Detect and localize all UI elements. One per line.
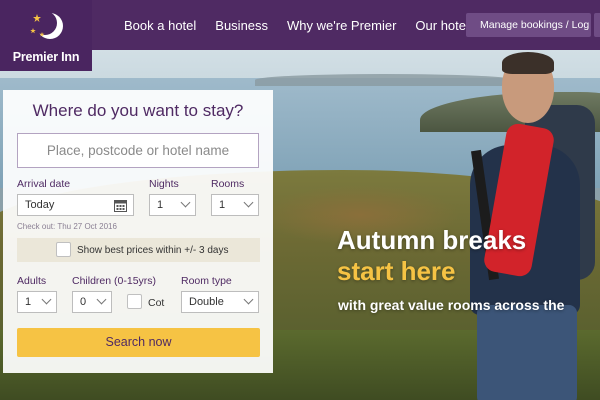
nights-select[interactable]: 1	[149, 194, 196, 216]
manage-bookings-login-button[interactable]: Manage bookings / Log in	[466, 13, 591, 37]
premier-inn-logo[interactable]: Premier Inn	[0, 0, 92, 71]
cot-checkbox[interactable]	[127, 294, 142, 309]
calendar-icon[interactable]	[114, 199, 127, 212]
chevron-down-icon	[243, 197, 254, 208]
chevron-down-icon	[96, 294, 107, 305]
room-type-label: Room type	[181, 275, 232, 287]
hotel-search-panel: Where do you want to stay? Place, postco…	[3, 90, 273, 373]
children-label: Children (0-15yrs)	[72, 275, 157, 287]
chevron-down-icon	[41, 294, 52, 305]
main-navigation: Book a hotel Business Why we're Premier …	[124, 0, 494, 50]
best-prices-label: Show best prices within +/- 3 days	[77, 244, 229, 256]
nights-label: Nights	[149, 178, 179, 190]
best-prices-row[interactable]: Show best prices within +/- 3 days	[17, 238, 260, 262]
brand-name: Premier Inn	[12, 50, 80, 64]
arrival-date-field[interactable]: Today	[17, 194, 134, 216]
cot-label: Cot	[148, 297, 165, 309]
nav-book-a-hotel[interactable]: Book a hotel	[124, 18, 196, 33]
rooms-value: 1	[219, 199, 226, 211]
best-prices-checkbox[interactable]	[56, 242, 71, 257]
rooms-select[interactable]: 1	[211, 194, 259, 216]
checkout-date-text: Check out: Thu 27 Oct 2016	[17, 222, 117, 231]
adults-label: Adults	[17, 275, 47, 287]
hero-headline-highlight: start here	[337, 256, 456, 286]
adults-value: 1	[25, 296, 32, 308]
arrival-date-label: Arrival date	[17, 178, 71, 190]
hiker-hair	[502, 52, 554, 74]
hero-headline: Autumn breaks	[337, 225, 527, 255]
rooms-label: Rooms	[211, 178, 245, 190]
header-extra-button[interactable]	[594, 13, 600, 37]
manage-bookings-label: Manage bookings / Log in	[480, 19, 591, 31]
room-type-value: Double	[189, 296, 224, 308]
adults-select[interactable]: 1	[17, 291, 57, 313]
hero-subheadline: with great value rooms across the	[338, 297, 565, 313]
children-value: 0	[80, 296, 87, 308]
search-now-button[interactable]: Search now	[17, 328, 260, 357]
moon-stars-icon	[30, 11, 63, 39]
nav-why-premier[interactable]: Why we're Premier	[287, 18, 396, 33]
place-search-input[interactable]: Place, postcode or hotel name	[17, 133, 259, 168]
arrival-date-value: Today	[25, 199, 55, 211]
hiker-jeans	[477, 305, 577, 400]
chevron-down-icon	[180, 197, 191, 208]
room-type-select[interactable]: Double	[181, 291, 259, 313]
nav-business[interactable]: Business	[215, 18, 268, 33]
chevron-down-icon	[243, 294, 254, 305]
nights-value: 1	[157, 199, 164, 211]
children-select[interactable]: 0	[72, 291, 112, 313]
search-panel-title: Where do you want to stay?	[32, 101, 244, 120]
